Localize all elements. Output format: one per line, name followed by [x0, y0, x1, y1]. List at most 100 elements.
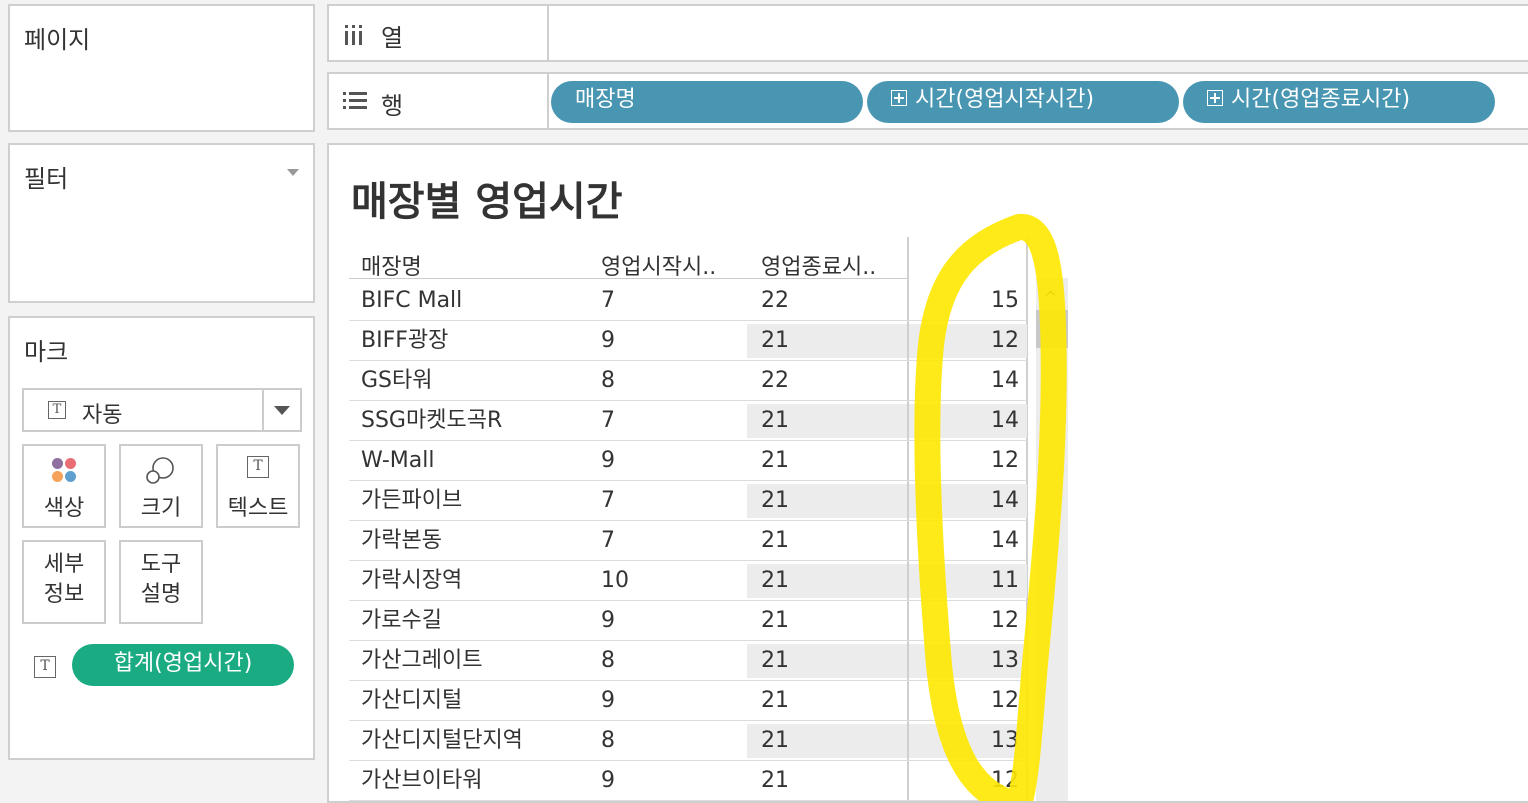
open-time-cell[interactable]: 9 [601, 761, 615, 801]
color-label: 색상 [43, 496, 85, 521]
table-row[interactable]: 가산디지털단지역 8 21 13 [349, 721, 1027, 761]
table-row[interactable]: SSG마켓도곡R 7 21 14 [349, 401, 1027, 441]
open-time-cell[interactable]: 7 [601, 521, 615, 561]
sheet-title: 매장별 영업시간 [351, 179, 623, 225]
hours-value-cell[interactable]: 14 [909, 401, 1019, 441]
table-row[interactable]: 가든파이브 7 21 14 [349, 481, 1027, 521]
open-time-cell[interactable]: 8 [601, 641, 615, 681]
table-row[interactable]: BIFF광장 9 21 12 [349, 321, 1027, 361]
open-time-cell[interactable]: 9 [601, 321, 615, 361]
size-button[interactable]: 크기 [119, 444, 203, 528]
table-row[interactable]: 가락본동 7 21 14 [349, 521, 1027, 561]
header-open-time[interactable]: 영업시작시.. [601, 249, 716, 281]
store-name-cell[interactable]: 가산그레이트 [361, 641, 482, 681]
hours-value-cell[interactable]: 15 [909, 281, 1019, 321]
pages-panel[interactable]: 페이지 [8, 4, 315, 132]
open-time-cell[interactable]: 8 [601, 721, 615, 761]
sum-hours-pill[interactable]: 합계(영업시간) [72, 644, 294, 686]
close-time-cell[interactable]: 21 [761, 721, 789, 761]
store-name-cell[interactable]: BIFF광장 [361, 321, 448, 361]
store-name-cell[interactable]: SSG마켓도곡R [361, 401, 502, 441]
table-row[interactable]: GS타워 8 22 14 [349, 361, 1027, 401]
filters-dropdown-icon[interactable] [287, 169, 299, 176]
open-time-cell[interactable]: 7 [601, 481, 615, 521]
open-time-cell[interactable]: 10 [601, 561, 629, 601]
open-time-cell[interactable]: 9 [601, 681, 615, 721]
hours-value-cell[interactable]: 12 [909, 601, 1019, 641]
filters-panel[interactable]: 필터 [8, 143, 315, 303]
close-time-cell[interactable]: 21 [761, 601, 789, 641]
close-time-cell[interactable]: 21 [761, 561, 789, 601]
chevron-down-icon[interactable] [274, 406, 290, 415]
store-name-cell[interactable]: 가산브이타워 [361, 761, 482, 801]
tooltip-label: 도구 설명 [140, 552, 182, 607]
hours-value-cell[interactable]: 13 [909, 721, 1019, 761]
close-time-cell[interactable]: 21 [761, 321, 789, 361]
text-mark-icon[interactable]: T [34, 656, 56, 678]
store-name-cell[interactable]: 가산디지털 [361, 681, 462, 721]
open-time-cell[interactable]: 9 [601, 441, 615, 481]
hours-value-cell[interactable]: 12 [909, 321, 1019, 361]
table-row[interactable]: BIFC Mall 7 22 15 [349, 281, 1027, 321]
store-name-cell[interactable]: GS타워 [361, 361, 433, 401]
columns-shelf[interactable]: 열 [327, 4, 1528, 62]
hours-value-cell[interactable]: 14 [909, 481, 1019, 521]
hours-value-cell[interactable]: 14 [909, 521, 1019, 561]
scrollbar-thumb[interactable] [1036, 310, 1068, 348]
open-time-cell[interactable]: 7 [601, 281, 615, 321]
hours-value-cell[interactable]: 12 [909, 761, 1019, 801]
hours-value-cell[interactable]: 14 [909, 361, 1019, 401]
open-time-cell[interactable]: 9 [601, 601, 615, 641]
store-name-pill[interactable]: 매장명 [551, 81, 863, 123]
expand-icon[interactable] [891, 90, 907, 106]
close-time-cell[interactable]: 21 [761, 441, 789, 481]
store-name-cell[interactable]: 가산디지털단지역 [361, 721, 523, 761]
mark-type-dropdown[interactable]: T 자동 [22, 388, 302, 432]
vertical-scrollbar[interactable]: ^ [1036, 278, 1068, 801]
color-button[interactable]: 색상 [22, 444, 106, 528]
detail-button[interactable]: 세부 정보 [22, 540, 106, 624]
close-time-cell[interactable]: 21 [761, 481, 789, 521]
hours-value-cell[interactable]: 12 [909, 441, 1019, 481]
open-time-pill[interactable]: 시간(영업시작시간) [867, 81, 1179, 123]
table-row[interactable]: 가락시장역 10 21 11 [349, 561, 1027, 601]
close-time-cell[interactable]: 21 [761, 761, 789, 801]
hours-value-cell[interactable]: 12 [909, 681, 1019, 721]
store-name-cell[interactable]: BIFC Mall [361, 281, 462, 321]
table-row[interactable]: 가산그레이트 8 21 13 [349, 641, 1027, 681]
size-icon [145, 456, 177, 490]
table-row[interactable]: 가산브이타워 9 21 12 [349, 761, 1027, 801]
open-time-cell[interactable]: 8 [601, 361, 615, 401]
open-time-cell[interactable]: 7 [601, 401, 615, 441]
close-time-cell[interactable]: 21 [761, 521, 789, 561]
table-row[interactable]: W-Mall 9 21 12 [349, 441, 1027, 481]
header-store-name[interactable]: 매장명 [361, 249, 422, 281]
chevron-up-icon[interactable]: ^ [1044, 288, 1057, 307]
store-name-cell[interactable]: W-Mall [361, 441, 435, 481]
close-time-cell[interactable]: 22 [761, 361, 789, 401]
close-time-cell[interactable]: 22 [761, 281, 789, 321]
store-name-cell[interactable]: 가락시장역 [361, 561, 462, 601]
table-row[interactable]: 가산디지털 9 21 12 [349, 681, 1027, 721]
expand-icon[interactable] [1207, 90, 1223, 106]
close-time-cell[interactable]: 21 [761, 401, 789, 441]
marks-title: 마크 [24, 338, 69, 366]
store-name-cell[interactable]: 가든파이브 [361, 481, 462, 521]
rows-shelf-label: 행 [329, 74, 549, 128]
table-row[interactable]: 가로수길 9 21 12 [349, 601, 1027, 641]
text-button[interactable]: T 텍스트 [216, 444, 300, 528]
hours-value-cell[interactable]: 11 [909, 561, 1019, 601]
dropdown-divider [262, 390, 264, 430]
store-name-cell[interactable]: 가로수길 [361, 601, 442, 641]
columns-shelf-label: 열 [329, 6, 549, 60]
close-time-cell[interactable]: 21 [761, 641, 789, 681]
header-close-time[interactable]: 영업종료시.. [761, 249, 876, 281]
tooltip-button[interactable]: 도구 설명 [119, 540, 203, 624]
close-time-pill[interactable]: 시간(영업종료시간) [1183, 81, 1495, 123]
rows-shelf[interactable]: 행 매장명 시간(영업시작시간) 시간(영업종료시간) [327, 72, 1528, 130]
columns-icon [343, 24, 365, 50]
hours-value-cell[interactable]: 13 [909, 641, 1019, 681]
size-label: 크기 [140, 496, 182, 521]
store-name-cell[interactable]: 가락본동 [361, 521, 442, 561]
close-time-cell[interactable]: 21 [761, 681, 789, 721]
